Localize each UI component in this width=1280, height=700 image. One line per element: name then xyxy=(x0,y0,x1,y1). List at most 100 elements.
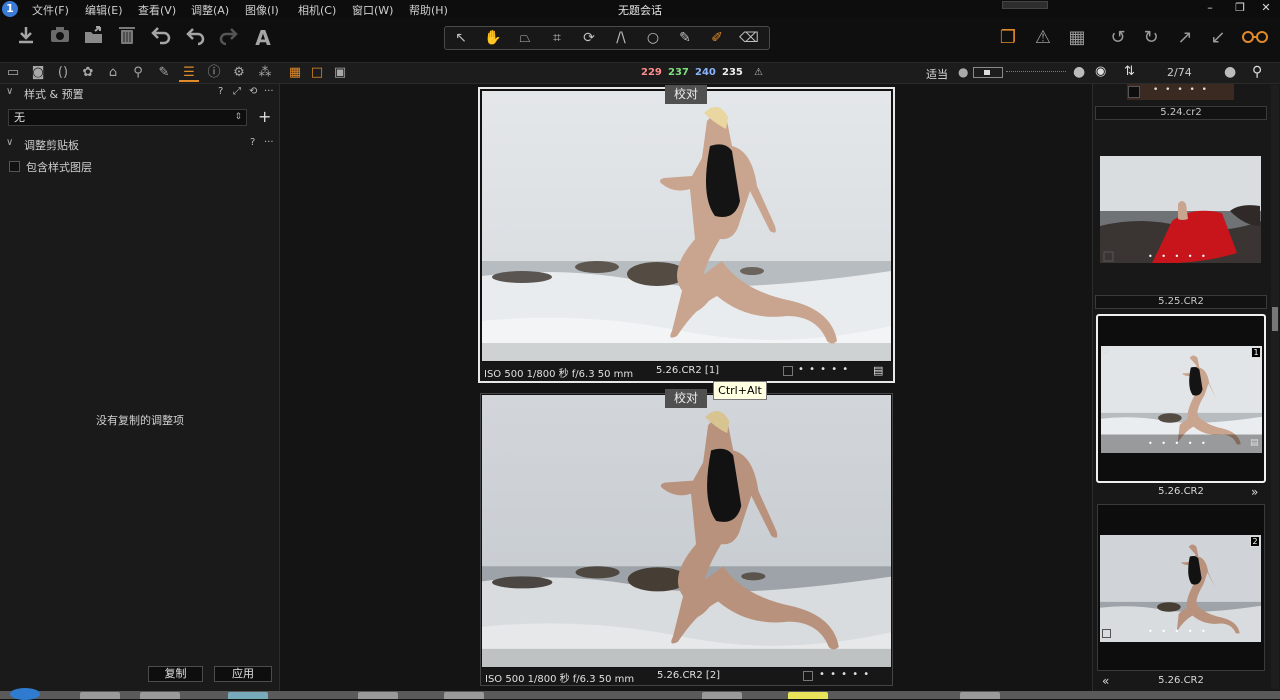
brush-icon[interactable]: ✎ xyxy=(671,27,699,49)
menu-view[interactable]: 查看(V) xyxy=(138,2,176,18)
color-tab-icon[interactable]: ✿ xyxy=(78,64,98,82)
eraser-icon[interactable]: ⌫ xyxy=(735,27,763,49)
sort-icon[interactable]: ⇅ xyxy=(1124,64,1135,79)
reset-icon[interactable]: ⟲ xyxy=(249,86,257,97)
menu-image[interactable]: 图像(I) xyxy=(245,2,279,18)
zoom-slider-handle[interactable] xyxy=(973,67,1003,78)
color-tag-box[interactable] xyxy=(783,366,793,376)
thumb-red-dress[interactable]: • • • • • xyxy=(1100,156,1261,263)
taskbar-item[interactable] xyxy=(358,692,398,699)
magic-brush-icon[interactable]: ✐ xyxy=(703,27,731,49)
minimize-button[interactable]: – xyxy=(1196,0,1224,16)
export-icon[interactable] xyxy=(81,24,107,52)
thumb-dots[interactable]: • • • • • xyxy=(1153,85,1209,95)
metadata-icon[interactable]: ▤ xyxy=(873,364,883,377)
compare-view-icon[interactable]: ▣ xyxy=(330,64,350,82)
prev-nav-icon[interactable]: « xyxy=(1102,674,1109,688)
thumb-dots[interactable]: • • • • • xyxy=(1148,627,1209,636)
more-icon[interactable]: ··· xyxy=(264,86,274,97)
rotate-left-icon[interactable]: ↺ xyxy=(1105,24,1131,52)
color-tag-box[interactable] xyxy=(803,671,813,681)
style-select[interactable]: 无 ⇕ xyxy=(8,109,247,126)
grid-icon[interactable]: ▦ xyxy=(1064,24,1090,52)
collapse-caret-icon[interactable]: ∨ xyxy=(6,137,13,148)
settings-tab-icon[interactable]: ⚙ xyxy=(229,64,249,82)
zoom-tab-icon[interactable]: ⚲ xyxy=(128,64,148,82)
close-button[interactable]: ✕ xyxy=(1252,0,1280,16)
pen-tab-icon[interactable]: ✎ xyxy=(154,64,174,82)
keystone-icon[interactable]: ⏢ xyxy=(511,27,539,49)
warning-icon[interactable]: ⚠ xyxy=(1030,24,1056,52)
menu-camera[interactable]: 相机(C) xyxy=(298,2,336,18)
taskbar-item[interactable] xyxy=(960,692,1000,699)
menu-help[interactable]: 帮助(H) xyxy=(409,2,448,18)
circle-icon[interactable]: ○ xyxy=(639,27,667,49)
more-icon[interactable]: ··· xyxy=(264,137,274,148)
metadata-icon[interactable]: ▤ xyxy=(1250,438,1259,448)
exposure-tab-icon[interactable]: ⌂ xyxy=(103,64,123,82)
taskbar-item[interactable] xyxy=(702,692,742,699)
include-style-layers-checkbox[interactable] xyxy=(9,161,20,172)
taskbar-item[interactable] xyxy=(80,692,120,699)
browser-scrollbar[interactable] xyxy=(1271,85,1279,689)
expand-icon[interactable]: ⤢ xyxy=(233,86,241,97)
next-nav-icon[interactable]: » xyxy=(1251,485,1258,499)
clipboard-header[interactable]: ∨ 调整剪贴板 ? ··· xyxy=(0,135,280,153)
info-tab-icon[interactable]: ⓘ xyxy=(204,64,224,82)
copy-button[interactable]: 复制 xyxy=(148,666,203,682)
collapse-caret-icon[interactable]: ∨ xyxy=(6,86,13,97)
arrow-down-left-icon[interactable]: ↙ xyxy=(1205,24,1231,52)
start-button-icon[interactable] xyxy=(10,688,40,700)
glasses-icon[interactable] xyxy=(1240,24,1270,52)
color-tag-box[interactable] xyxy=(1102,629,1111,638)
user-icon[interactable]: ● xyxy=(1224,64,1236,80)
camera-icon[interactable] xyxy=(47,24,73,52)
viewer-image-1[interactable]: ISO 500 1/800 秒 f/6.3 50 mm 5.26.CR2 [1]… xyxy=(478,87,895,383)
search-icon[interactable]: ⚲ xyxy=(1252,64,1262,80)
rating-dots[interactable]: • • • • • xyxy=(798,364,849,375)
menu-file[interactable]: 文件(F) xyxy=(32,2,69,18)
single-view-icon[interactable]: □ xyxy=(307,64,327,82)
text-icon[interactable]: A xyxy=(250,24,276,52)
import-icon[interactable] xyxy=(13,24,39,52)
trash-icon[interactable] xyxy=(114,24,140,52)
pan-icon[interactable]: ✋ xyxy=(479,27,507,49)
taskbar-item[interactable] xyxy=(788,692,828,699)
styles-presets-header[interactable]: ∨ 样式 & 预置 ? ⤢ ⟲ ··· xyxy=(0,84,280,102)
rating-dots[interactable]: • • • • • xyxy=(819,669,870,680)
crop-icon[interactable]: ⌗ xyxy=(543,27,571,49)
arrow-up-right-icon[interactable]: ↗ xyxy=(1172,24,1198,52)
add-style-button[interactable]: + xyxy=(258,107,271,126)
zoom-fit-label[interactable]: 适当 xyxy=(926,66,948,82)
folder-tab-icon[interactable]: ▭ xyxy=(3,64,23,82)
adjustments-tab-icon[interactable]: ☰ xyxy=(179,64,199,82)
taskbar-item[interactable] xyxy=(228,692,268,699)
thumb-dots[interactable]: • • • • • xyxy=(1148,439,1209,448)
help-icon[interactable]: ? xyxy=(250,137,255,148)
rotate-right-icon[interactable]: ↻ xyxy=(1138,24,1164,52)
straighten-icon[interactable]: /\ xyxy=(607,27,635,49)
select-icon[interactable]: ↖ xyxy=(447,27,475,49)
camera-tab-icon[interactable]: ◙ xyxy=(28,64,48,82)
rotate-icon[interactable]: ⟳ xyxy=(575,27,603,49)
viewer-image-2[interactable]: ISO 500 1/800 秒 f/6.3 50 mm 5.26.CR2 [2]… xyxy=(480,393,893,686)
eye-icon[interactable]: ◉ xyxy=(1095,64,1106,79)
thumb-partial[interactable]: • • • • • xyxy=(1127,84,1234,100)
thumb-selected[interactable]: ⧉ 1 • • • • • ▤ xyxy=(1096,314,1266,483)
grid-view-icon[interactable]: ▦ xyxy=(285,64,305,82)
menu-edit[interactable]: 编辑(E) xyxy=(85,2,123,18)
taskbar-item[interactable] xyxy=(140,692,180,699)
menu-adjust[interactable]: 调整(A) xyxy=(191,2,229,18)
maximize-button[interactable]: ❐ xyxy=(1226,0,1254,16)
help-icon[interactable]: ? xyxy=(218,86,223,97)
undo-icon[interactable] xyxy=(182,24,208,52)
taskbar-item[interactable] xyxy=(444,692,484,699)
menu-window[interactable]: 窗口(W) xyxy=(352,2,393,18)
lens-tab-icon[interactable]: () xyxy=(53,64,73,82)
thumb-second[interactable]: 2 • • • • • xyxy=(1097,504,1265,671)
exposure-warning-icon[interactable]: ⚠ xyxy=(754,67,763,78)
zoom-slider-track[interactable] xyxy=(1006,71,1066,73)
redo-icon[interactable] xyxy=(216,24,242,52)
apply-button[interactable]: 应用 xyxy=(214,666,272,682)
stack-icon[interactable]: ❐ xyxy=(995,24,1021,52)
